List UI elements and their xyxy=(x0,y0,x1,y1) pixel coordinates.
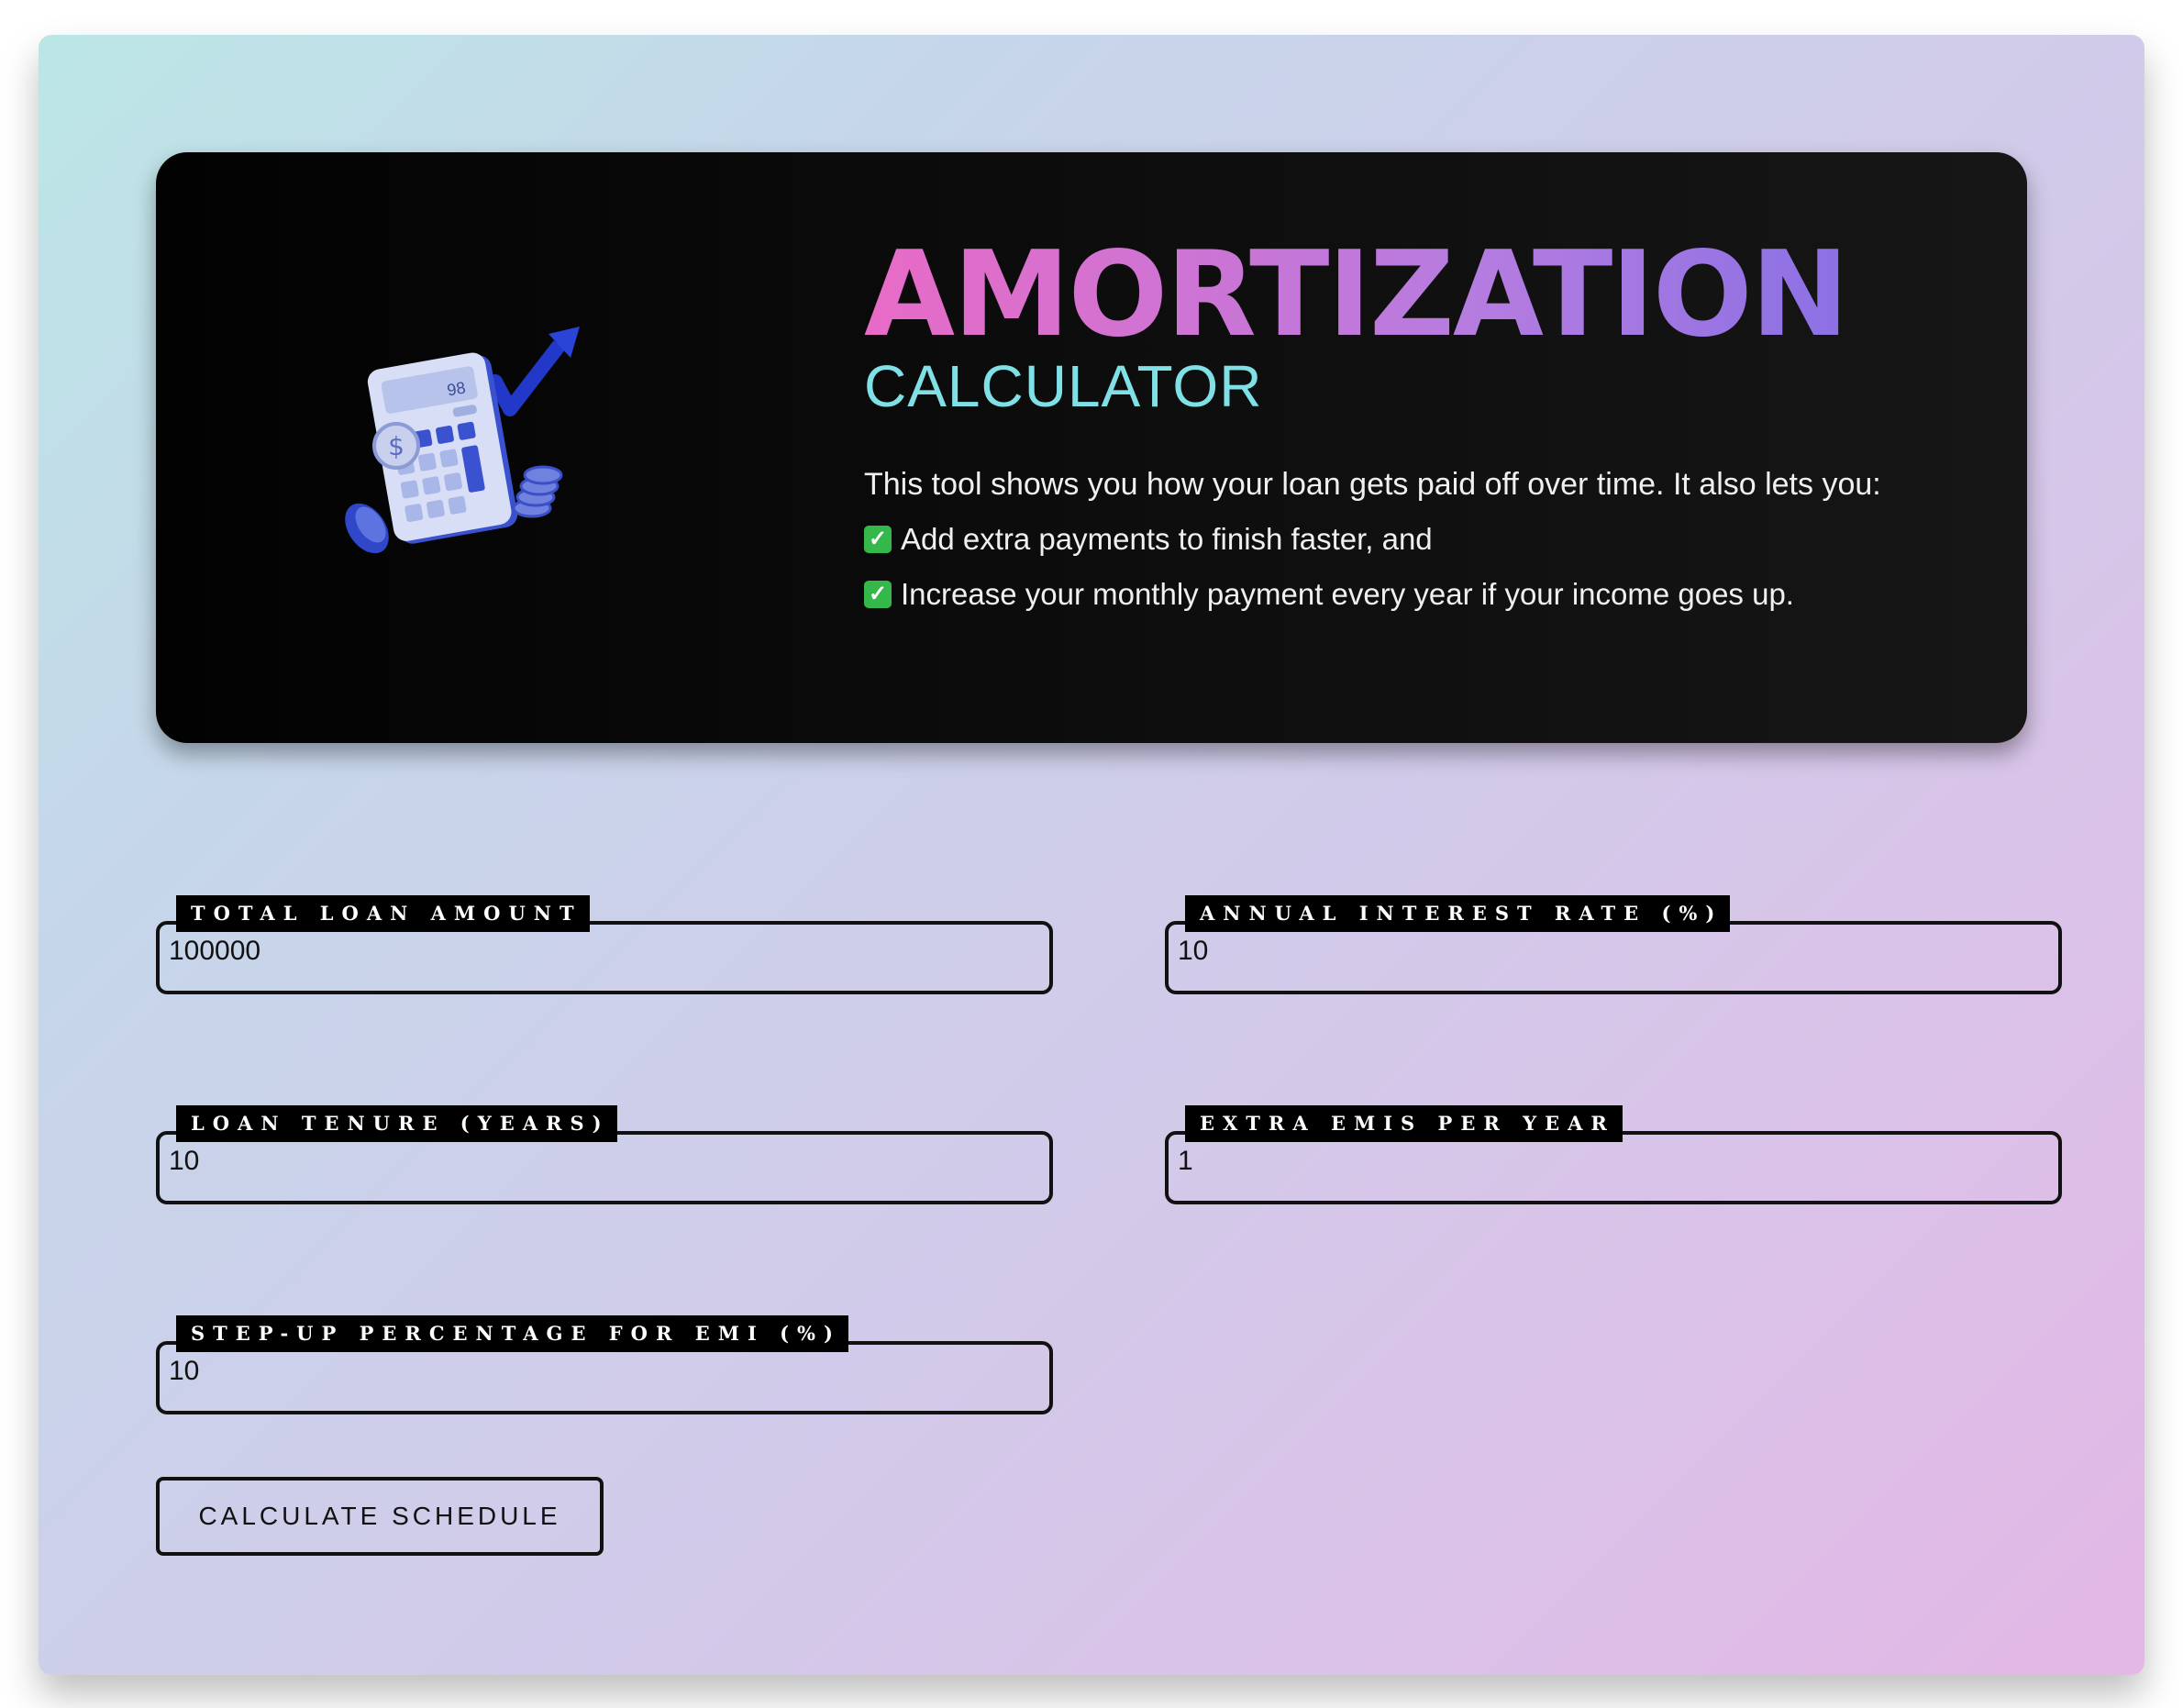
check-mark-icon: ✓ xyxy=(864,526,892,553)
extra-emis-input[interactable] xyxy=(1178,1137,2040,1186)
extra-emis-label: EXTRA EMIS PER YEAR xyxy=(1185,1105,1623,1142)
loan-amount-input[interactable] xyxy=(169,926,1031,976)
step-up-label: STEP-UP PERCENTAGE FOR EMI (%) xyxy=(176,1315,848,1352)
feature-bullet-text: Increase your monthly payment every year… xyxy=(901,577,1794,611)
feature-bullet-text: Add extra payments to finish faster, and xyxy=(901,522,1433,556)
loan-tenure-label: LOAN TENURE (YEARS) xyxy=(176,1105,617,1142)
svg-text:98: 98 xyxy=(446,378,467,399)
feature-bullet: ✓ Increase your monthly payment every ye… xyxy=(864,576,1983,613)
feature-bullet: ✓ Add extra payments to finish faster, a… xyxy=(864,521,1983,558)
loan-tenure-input[interactable] xyxy=(169,1137,1031,1186)
calculate-schedule-button[interactable]: CALCULATE SCHEDULE xyxy=(156,1477,604,1556)
extra-emis-field: EXTRA EMIS PER YEAR xyxy=(1165,1105,2062,1204)
step-up-input[interactable] xyxy=(169,1347,1031,1396)
hero-description: This tool shows you how your loan gets p… xyxy=(864,467,1881,502)
interest-rate-field: ANNUAL INTEREST RATE (%) xyxy=(1165,895,2062,994)
check-mark-icon: ✓ xyxy=(864,581,892,608)
hero-text: AMORTIZATION CALCULATOR This tool shows … xyxy=(864,235,1983,613)
interest-rate-label: ANNUAL INTEREST RATE (%) xyxy=(1185,895,1731,932)
app-container: 98 $ AMORTIZATION CALCULATOR This tool s… xyxy=(39,35,2144,1675)
calculator-growth-icon: 98 $ xyxy=(339,308,615,583)
loan-amount-label: TOTAL LOAN AMOUNT xyxy=(176,895,590,932)
page-title: AMORTIZATION xyxy=(864,235,1983,356)
interest-rate-input[interactable] xyxy=(1178,926,2040,976)
step-up-field: STEP-UP PERCENTAGE FOR EMI (%) xyxy=(156,1315,1053,1414)
loan-amount-field: TOTAL LOAN AMOUNT xyxy=(156,895,1053,994)
svg-text:$: $ xyxy=(388,431,404,461)
hero-banner: 98 $ AMORTIZATION CALCULATOR This tool s… xyxy=(156,152,2027,743)
loan-tenure-field: LOAN TENURE (YEARS) xyxy=(156,1105,1053,1204)
page-subtitle: CALCULATOR xyxy=(864,353,1263,419)
